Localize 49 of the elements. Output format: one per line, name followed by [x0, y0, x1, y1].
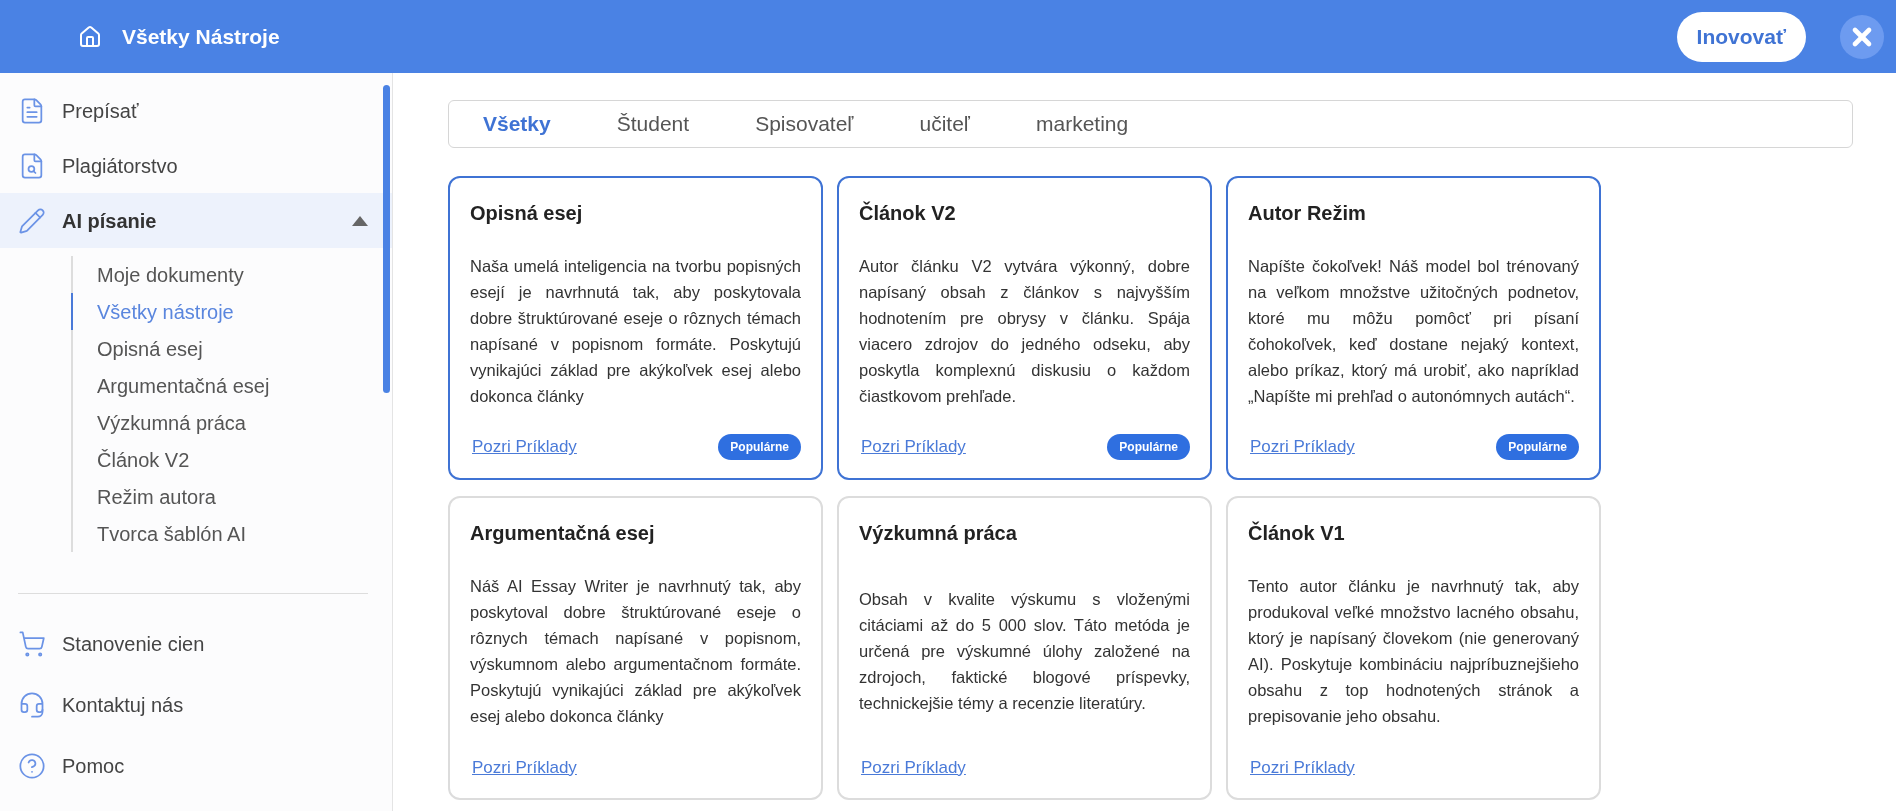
close-button[interactable]	[1840, 14, 1884, 59]
popular-badge: Populárne	[1107, 434, 1190, 460]
card-description: Naša umelá inteligencia na tvorbu popisných esejí je navrhnutá tak, aby poskytovala dobre štruktúrované eseje o rôznych témach napísané v popisnom formáte. Poskytujú vynikajúci základ pre akýkoľvek esej alebo dokonca články	[470, 256, 801, 407]
help-icon	[18, 752, 46, 780]
category-tab[interactable]: Študent	[616, 108, 690, 140]
card-description: Autor článku V2 vytvára výkonný, dobre napísaný obsah z článkov s najvyšším hodnotením pre obrysy v článku. Spája viacero zdrojov do jedného odseku, aby poskytla komplexnú diskusiu o každom čiastkovom prehľade.	[859, 256, 1190, 407]
headset-icon	[18, 691, 46, 719]
popular-badge: Populárne	[1496, 434, 1579, 460]
sidebar-subitem[interactable]: Článok V2	[71, 441, 392, 478]
sidebar-item[interactable]: Prepísať	[0, 83, 392, 138]
category-tab[interactable]: Spisovateľ	[755, 108, 854, 140]
sidebar-item[interactable]: Kontaktuj nás	[0, 677, 392, 733]
popular-badge: Populárne	[718, 434, 801, 460]
sidebar-subitem[interactable]: Tvorca šablón AI	[71, 515, 392, 552]
examples-link[interactable]: Pozri Príklady	[472, 434, 577, 460]
examples-link[interactable]: Pozri Príklady	[472, 754, 577, 780]
page-title: Všetky Nástroje	[122, 23, 280, 50]
examples-link[interactable]: Pozri Príklady	[1250, 434, 1355, 460]
collapse-caret-icon[interactable]	[352, 215, 368, 226]
examples-link[interactable]: Pozri Príklady	[1250, 754, 1355, 780]
pencil-icon	[18, 206, 46, 235]
scrollbar-thumb[interactable]	[383, 85, 390, 393]
category-tab[interactable]: Všetky	[483, 108, 551, 140]
tool-card[interactable]	[837, 176, 1212, 480]
card-title: Argumentačná esej	[470, 521, 656, 546]
card-description: Tento autor článku je navrhnutý tak, aby produkoval veľké množstvo lacného obsahu, ktorý je napísaný človekom (nie generovaný AI). Poskytuje kombináciu najpríbuznejšieho obsahu z top hodnotených stránok a prepisovanie jeho obsahu.	[1248, 576, 1579, 728]
card-description: Napíšte čokoľvek! Náš model bol trénovaný na veľkom množstve užitočných podnetov, ktoré mu môžu pomôcť pri písaní čohokoľvek, keď dostane nejaký kontext, alebo príkaz, ktorý má urobiť, ako napríklad „Napíšte mi prehľad o autonómnych autách“.	[1248, 256, 1579, 407]
category-tab[interactable]: učiteľ	[919, 108, 970, 140]
card-title: Výzkumná práca	[859, 521, 1018, 546]
sidebar-item[interactable]: Plagiátorstvo	[0, 138, 392, 193]
upgrade-button[interactable]: Inovovať	[1676, 11, 1806, 62]
card-title: Článok V2	[859, 200, 957, 226]
card-description: Náš AI Essay Writer je navrhnutý tak, aby poskytoval dobre štruktúrované eseje o rôznych témach napísané v popisnom, výskumnom alebo argumentačnom formáte. Poskytujú vynikajúci základ pre akýkoľvek esej alebo dokonca články	[470, 576, 801, 728]
home-icon[interactable]	[78, 24, 102, 49]
sidebar-item[interactable]: AI písanie	[0, 193, 392, 248]
card-description: Obsah v kvalite výskumu s vloženými citáciami až do 5 000 slov. Táto metóda je určená pre výskumné úlohy založené na zdrojoch, faktické blogové príspevky, technickejšie témy a recenzie literatúry.	[859, 589, 1190, 715]
sidebar-subitem[interactable]: Výzkumná práca	[71, 404, 392, 441]
tool-card[interactable]	[448, 176, 823, 480]
card-title: Opisná esej	[470, 201, 584, 226]
sidebar-item[interactable]: Stanovenie cien	[0, 616, 392, 672]
examples-link[interactable]: Pozri Príklady	[861, 754, 966, 780]
card-title: Článok V1	[1248, 520, 1346, 546]
sidebar-subitem[interactable]: Režim autora	[71, 478, 392, 515]
cart-icon	[18, 630, 46, 658]
tool-card[interactable]	[1226, 176, 1601, 480]
category-tab[interactable]: marketing	[1035, 108, 1129, 140]
card-title: Autor Režim	[1248, 201, 1367, 226]
sidebar-item[interactable]: Pomoc	[0, 738, 392, 794]
examples-link[interactable]: Pozri Príklady	[861, 434, 966, 460]
